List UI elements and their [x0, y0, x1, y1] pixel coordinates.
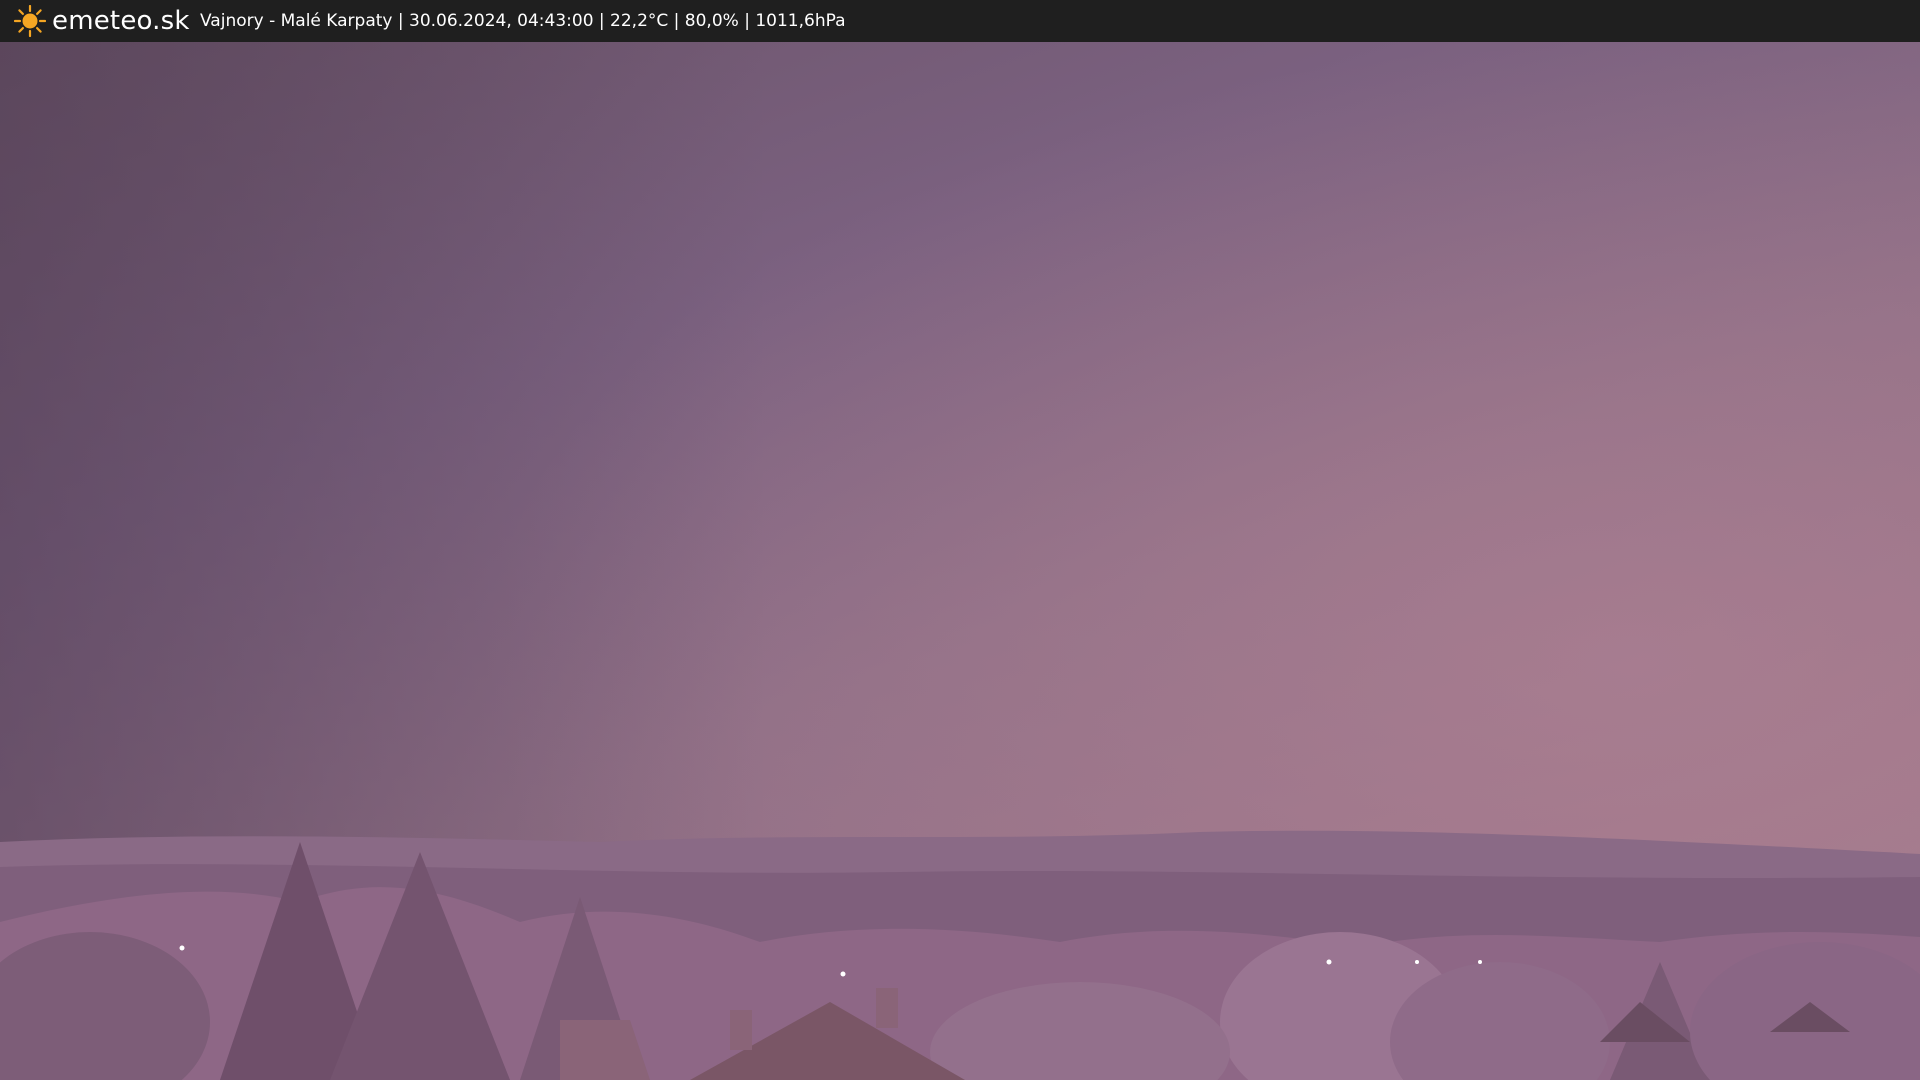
- brand-logo-text[interactable]: emeteo.sk: [52, 3, 190, 39]
- header-bar: emeteo.sk Vajnory - Malé Karpaty | 30.06…: [0, 0, 1920, 42]
- landscape-scene: [0, 42, 1920, 1080]
- sun-icon: [14, 5, 46, 37]
- webcam-image: [0, 42, 1920, 1080]
- webcam-info-text: Vajnory - Malé Karpaty | 30.06.2024, 04:…: [200, 11, 846, 31]
